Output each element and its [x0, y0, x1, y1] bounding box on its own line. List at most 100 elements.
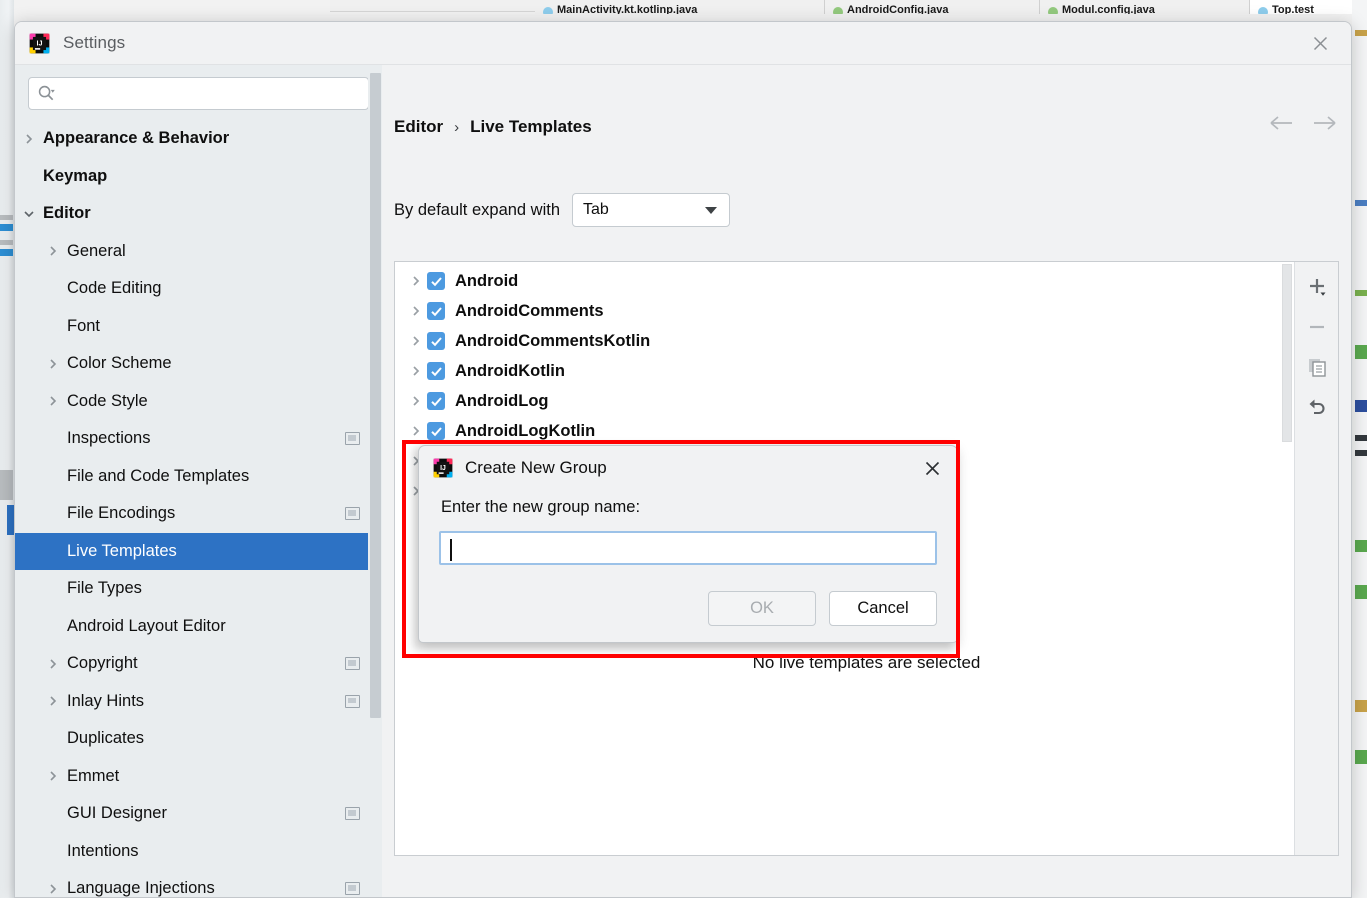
arrow-left-icon[interactable]: [1269, 113, 1295, 133]
chevron-right-icon[interactable]: [45, 393, 61, 409]
chevron-right-icon[interactable]: [405, 365, 427, 377]
sidebar-item-code-editing[interactable]: Code Editing: [15, 270, 382, 308]
chevron-right-icon[interactable]: [45, 656, 61, 672]
gutter-mark: [0, 249, 13, 256]
sidebar-item-file-and-code-templates[interactable]: File and Code Templates: [15, 458, 382, 496]
sidebar-item-language-injections[interactable]: Language Injections: [15, 870, 382, 897]
sidebar-item-emmet[interactable]: Emmet: [15, 758, 382, 796]
sidebar-item-gui-designer[interactable]: GUI Designer: [15, 795, 382, 833]
template-group-row[interactable]: AndroidKotlin: [395, 356, 1294, 386]
sidebar-item-label: Code Editing: [67, 279, 162, 298]
gutter-mark: [7, 505, 14, 535]
sidebar-item-file-types[interactable]: File Types: [15, 570, 382, 608]
chevron-right-icon[interactable]: [405, 305, 427, 317]
sidebar-item-label: File Types: [67, 579, 142, 598]
sidebar-search-wrapper: [15, 65, 382, 110]
template-group-name: AndroidLog: [455, 391, 549, 410]
chevron-right-icon[interactable]: [405, 335, 427, 347]
chevron-right-icon[interactable]: [21, 131, 37, 147]
template-group-checkbox[interactable]: [427, 272, 445, 290]
chevron-right-icon[interactable]: [405, 275, 427, 287]
ide-tab-label: Modul.config.java: [1062, 4, 1155, 14]
project-scope-icon: [345, 657, 360, 671]
remove-icon[interactable]: [1300, 310, 1334, 344]
sidebar-item-copyright[interactable]: Copyright: [15, 645, 382, 683]
sidebar-item-label: Code Style: [67, 391, 148, 410]
add-icon[interactable]: [1300, 270, 1334, 304]
sidebar-item-inlay-hints[interactable]: Inlay Hints: [15, 683, 382, 721]
sidebar-item-label: Appearance & Behavior: [43, 129, 230, 148]
project-scope-icon: [345, 507, 360, 521]
search-box[interactable]: [28, 77, 369, 110]
template-group-name: AndroidKotlin: [455, 361, 565, 380]
chevron-right-icon[interactable]: [405, 425, 427, 437]
chevron-right-icon[interactable]: [45, 356, 61, 372]
default-expand-select[interactable]: Tab: [572, 193, 731, 227]
sidebar-item-file-encodings[interactable]: File Encodings: [15, 495, 382, 533]
gutter-mark: [1355, 200, 1367, 206]
sidebar-item-editor[interactable]: Editor: [15, 195, 382, 233]
sidebar-item-inspections[interactable]: Inspections: [15, 420, 382, 458]
chevron-down-icon[interactable]: [21, 206, 37, 222]
settings-category-tree[interactable]: Appearance & Behavior Keymap Editor General…: [15, 120, 382, 897]
file-type-icon: [833, 7, 843, 14]
template-group-name: AndroidCommentsKotlin: [455, 331, 651, 350]
template-group-row[interactable]: Android: [395, 266, 1294, 296]
search-input[interactable]: [61, 84, 360, 103]
chevron-right-icon[interactable]: [45, 693, 61, 709]
sidebar-item-label: Font: [67, 316, 101, 335]
template-group-row[interactable]: AndroidLog: [395, 386, 1294, 416]
sidebar-item-general[interactable]: General: [15, 233, 382, 271]
gutter-mark: [1355, 585, 1367, 599]
templates-scrollbar-thumb[interactable]: [1282, 264, 1292, 442]
template-group-checkbox[interactable]: [427, 302, 445, 320]
ide-tab[interactable]: Modul.config.java: [1040, 0, 1250, 14]
template-group-checkbox[interactable]: [427, 362, 445, 380]
template-group-checkbox[interactable]: [427, 332, 445, 350]
sidebar-item-label: Editor: [43, 204, 91, 223]
sidebar-item-keymap[interactable]: Keymap: [15, 158, 382, 196]
sidebar-item-label: File and Code Templates: [67, 466, 250, 485]
search-icon: [37, 84, 56, 103]
arrow-right-icon[interactable]: [1311, 113, 1337, 133]
sidebar-item-duplicates[interactable]: Duplicates: [15, 720, 382, 758]
sidebar-scrollbar-track[interactable]: [368, 65, 382, 897]
breadcrumb-root[interactable]: Editor: [394, 117, 443, 137]
sidebar-item-label: GUI Designer: [67, 804, 167, 823]
breadcrumb-leaf: Live Templates: [470, 117, 592, 136]
file-type-icon: [1048, 7, 1058, 14]
sidebar-item-appearance-behavior[interactable]: Appearance & Behavior: [15, 120, 382, 158]
sidebar-item-code-style[interactable]: Code Style: [15, 383, 382, 421]
sidebar-item-intentions[interactable]: Intentions: [15, 833, 382, 871]
sidebar-item-color-scheme[interactable]: Color Scheme: [15, 345, 382, 383]
ide-tab[interactable]: Top.test: [1250, 0, 1367, 14]
chevron-right-icon[interactable]: [45, 243, 61, 259]
gutter-mark: [1355, 700, 1367, 712]
sidebar-item-android-layout-editor[interactable]: Android Layout Editor: [15, 608, 382, 646]
templates-scrollbar-track[interactable]: [1280, 262, 1294, 855]
live-templates-toolbar: [1294, 262, 1338, 855]
gutter-mark: [0, 215, 13, 220]
file-type-icon: [1258, 7, 1268, 14]
ide-tab[interactable]: MainActivity.kt.kotlinp.java: [535, 0, 825, 14]
close-icon[interactable]: [1297, 28, 1343, 59]
chevron-right-icon[interactable]: [45, 881, 61, 897]
template-group-checkbox[interactable]: [427, 392, 445, 410]
file-type-icon: [543, 7, 553, 14]
settings-window-title: Settings: [63, 33, 126, 52]
chevron-right-icon[interactable]: [45, 768, 61, 784]
ide-editor-tabs[interactable]: MainActivity.kt.kotlinp.java AndroidConfi…: [535, 0, 1367, 14]
ide-tab[interactable]: AndroidConfig.java: [825, 0, 1040, 14]
chevron-right-icon[interactable]: [405, 395, 427, 407]
template-group-checkbox[interactable]: [427, 422, 445, 440]
sidebar-item-live-templates[interactable]: Live Templates: [15, 532, 382, 570]
project-scope-icon: [345, 694, 360, 708]
template-group-row[interactable]: AndroidCommentsKotlin: [395, 326, 1294, 356]
revert-icon[interactable]: [1300, 390, 1334, 424]
copy-icon[interactable]: [1300, 350, 1334, 384]
sidebar-scrollbar-thumb[interactable]: [370, 73, 381, 718]
template-group-row[interactable]: AndroidComments: [395, 296, 1294, 326]
ide-tab-label: MainActivity.kt.kotlinp.java: [557, 4, 698, 14]
sidebar-item-label: Duplicates: [67, 729, 145, 748]
sidebar-item-font[interactable]: Font: [15, 308, 382, 346]
